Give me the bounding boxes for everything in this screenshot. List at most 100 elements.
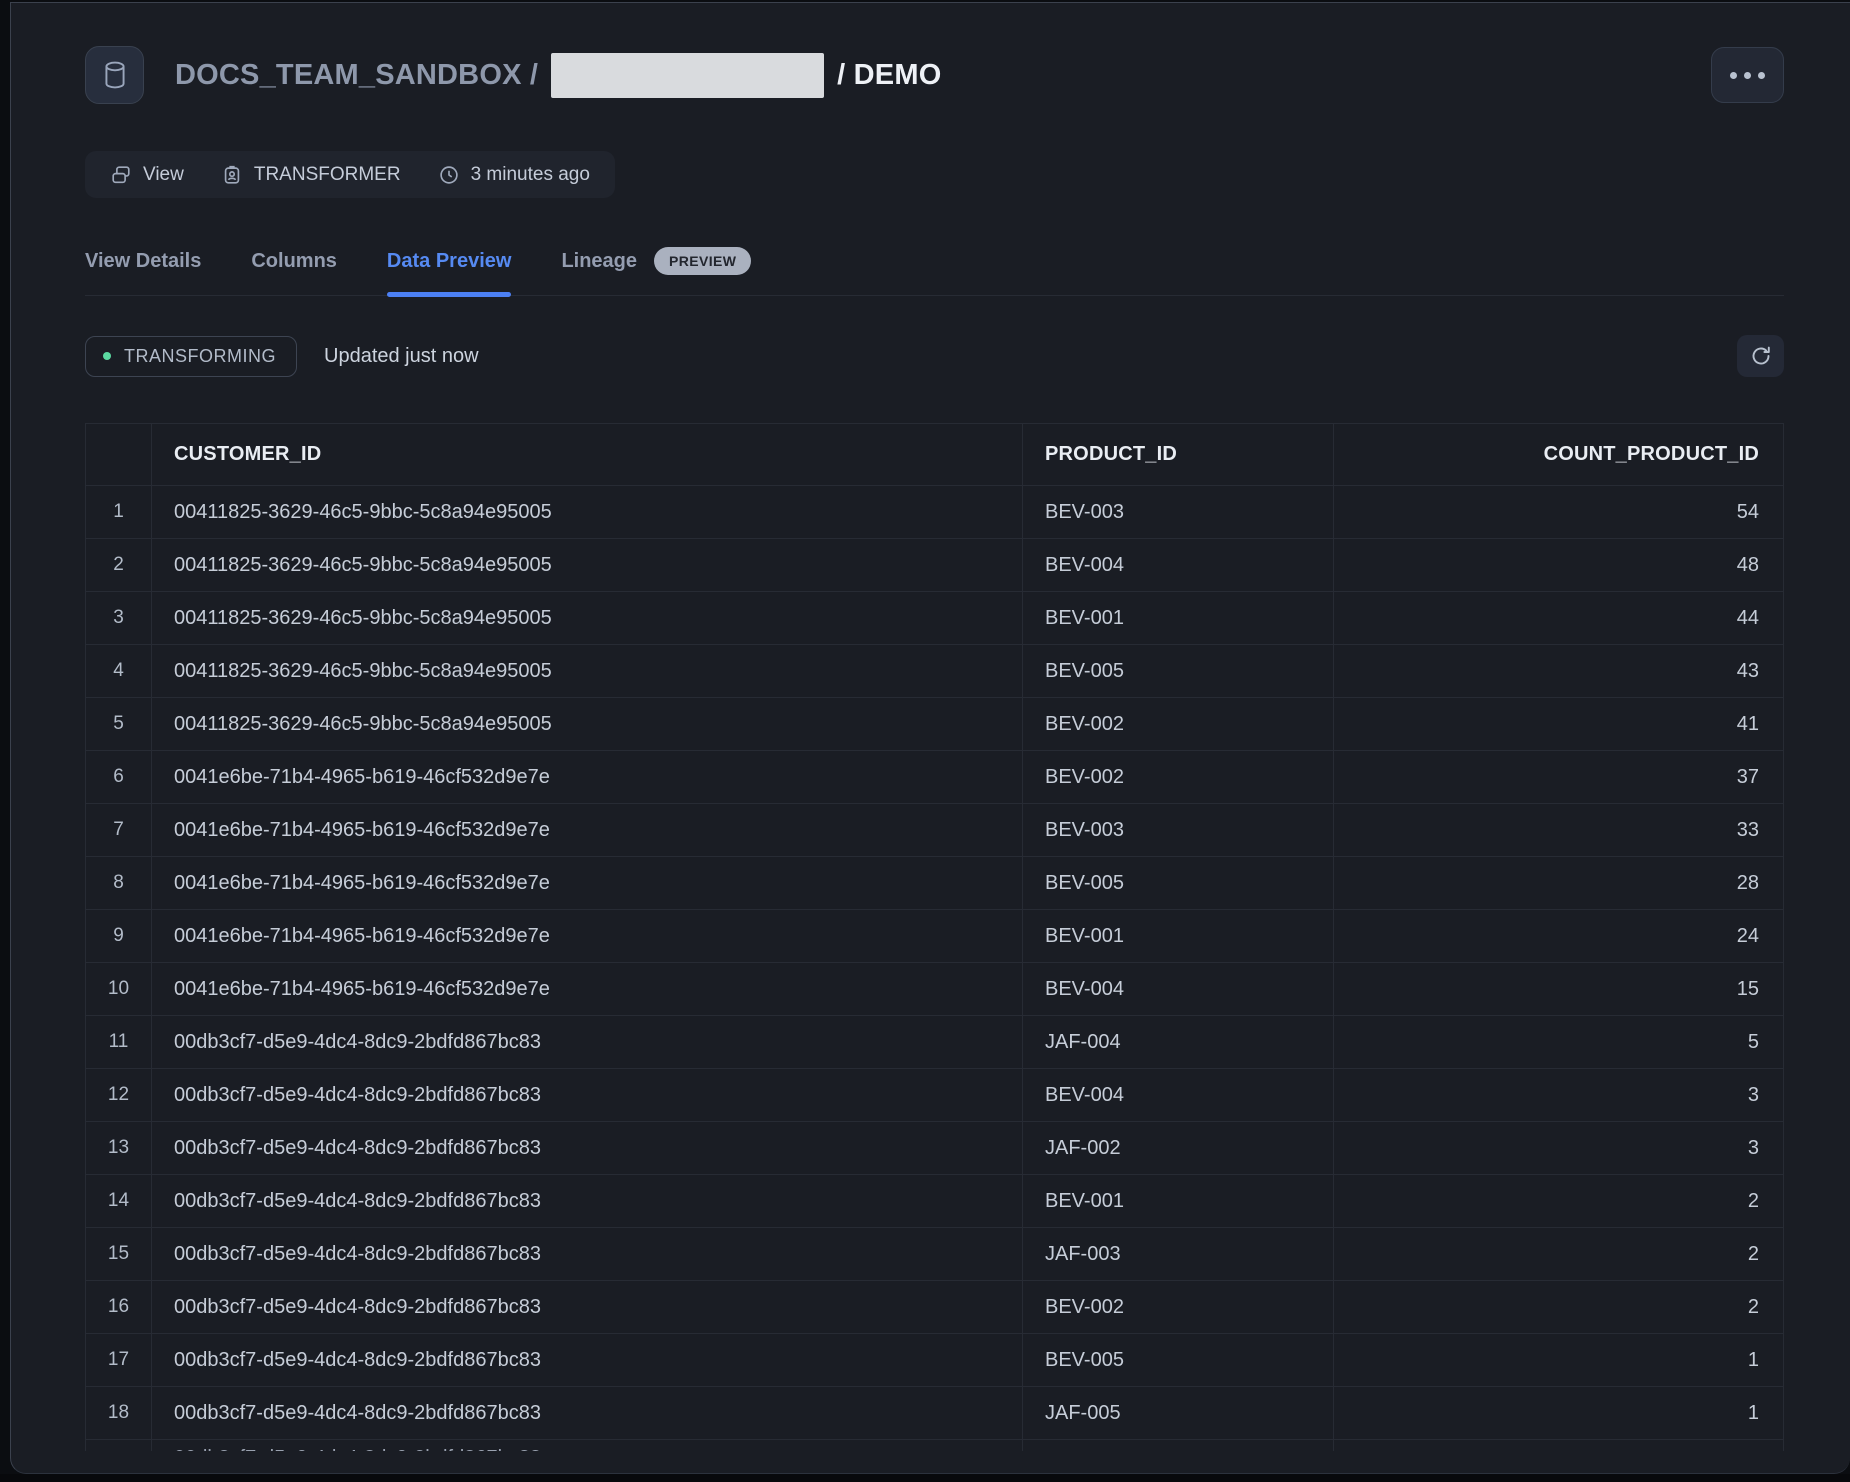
- cell-product-id[interactable]: BEV-002: [1023, 1281, 1334, 1333]
- cell-product-id[interactable]: BEV-004: [1023, 539, 1334, 591]
- cell-count[interactable]: 44: [1334, 592, 1783, 644]
- view-icon: [110, 164, 132, 186]
- cell-customer-id[interactable]: 00db3cf7-d5e9-4dc4-8dc9-2bdfd867bc83: [152, 1387, 1023, 1439]
- table-row[interactable]: 90041e6be-71b4-4965-b619-46cf532d9e7eBEV…: [86, 910, 1783, 963]
- cell-count[interactable]: 24: [1334, 910, 1783, 962]
- cell-count[interactable]: 2: [1334, 1228, 1783, 1280]
- table-row[interactable]: 1300db3cf7-d5e9-4dc4-8dc9-2bdfd867bc83JA…: [86, 1122, 1783, 1175]
- cell-count[interactable]: [1334, 1440, 1783, 1451]
- cell-customer-id[interactable]: 00db3cf7-d5e9-4dc4-8dc9-2bdfd867bc83: [152, 1069, 1023, 1121]
- row-index: 8: [86, 857, 152, 909]
- table-row[interactable]: 00db3cf7-d5e9-4dc4-8dc9-2bdfd867bc83: [86, 1440, 1783, 1451]
- table-row[interactable]: 1500db3cf7-d5e9-4dc4-8dc9-2bdfd867bc83JA…: [86, 1228, 1783, 1281]
- table-row[interactable]: 70041e6be-71b4-4965-b619-46cf532d9e7eBEV…: [86, 804, 1783, 857]
- table-row[interactable]: 500411825-3629-46c5-9bbc-5c8a94e95005BEV…: [86, 698, 1783, 751]
- cell-customer-id[interactable]: 0041e6be-71b4-4965-b619-46cf532d9e7e: [152, 857, 1023, 909]
- cell-count[interactable]: 5: [1334, 1016, 1783, 1068]
- cell-product-id[interactable]: BEV-002: [1023, 751, 1334, 803]
- cell-count[interactable]: 2: [1334, 1175, 1783, 1227]
- table-row[interactable]: 200411825-3629-46c5-9bbc-5c8a94e95005BEV…: [86, 539, 1783, 592]
- updated-text: Updated just now: [324, 345, 479, 368]
- cell-count[interactable]: 43: [1334, 645, 1783, 697]
- cell-customer-id[interactable]: 0041e6be-71b4-4965-b619-46cf532d9e7e: [152, 963, 1023, 1015]
- cell-customer-id[interactable]: 00db3cf7-d5e9-4dc4-8dc9-2bdfd867bc83: [152, 1281, 1023, 1333]
- cell-count[interactable]: 54: [1334, 486, 1783, 538]
- database-icon-box: [85, 46, 144, 104]
- table-row[interactable]: 1400db3cf7-d5e9-4dc4-8dc9-2bdfd867bc83BE…: [86, 1175, 1783, 1228]
- refresh-button[interactable]: [1737, 335, 1784, 377]
- cell-count[interactable]: 37: [1334, 751, 1783, 803]
- cell-customer-id[interactable]: 00db3cf7-d5e9-4dc4-8dc9-2bdfd867bc83: [152, 1016, 1023, 1068]
- cell-product-id[interactable]: JAF-003: [1023, 1228, 1334, 1280]
- cell-customer-id[interactable]: 0041e6be-71b4-4965-b619-46cf532d9e7e: [152, 804, 1023, 856]
- cell-product-id[interactable]: BEV-004: [1023, 1069, 1334, 1121]
- cell-product-id[interactable]: BEV-005: [1023, 1334, 1334, 1386]
- node-detail-pane: DOCS_TEAM_SANDBOX / / DEMO View: [10, 2, 1850, 1474]
- cell-customer-id[interactable]: 00411825-3629-46c5-9bbc-5c8a94e95005: [152, 539, 1023, 591]
- row-index: 10: [86, 963, 152, 1015]
- cell-count[interactable]: 33: [1334, 804, 1783, 856]
- cell-customer-id[interactable]: 00db3cf7-d5e9-4dc4-8dc9-2bdfd867bc83: [152, 1122, 1023, 1174]
- cell-customer-id[interactable]: 00db3cf7-d5e9-4dc4-8dc9-2bdfd867bc83: [152, 1228, 1023, 1280]
- cell-customer-id[interactable]: 0041e6be-71b4-4965-b619-46cf532d9e7e: [152, 910, 1023, 962]
- more-options-button[interactable]: [1711, 47, 1784, 103]
- cell-count[interactable]: 15: [1334, 963, 1783, 1015]
- cell-customer-id[interactable]: 00db3cf7-d5e9-4dc4-8dc9-2bdfd867bc83: [152, 1175, 1023, 1227]
- row-index: 6: [86, 751, 152, 803]
- cell-product-id[interactable]: BEV-004: [1023, 963, 1334, 1015]
- cell-product-id[interactable]: [1023, 1440, 1334, 1451]
- tab-view-details[interactable]: View Details: [85, 248, 201, 295]
- table-header-row: CUSTOMER_ID PRODUCT_ID COUNT_PRODUCT_ID: [86, 424, 1783, 486]
- cell-count[interactable]: 48: [1334, 539, 1783, 591]
- table-row[interactable]: 100411825-3629-46c5-9bbc-5c8a94e95005BEV…: [86, 486, 1783, 539]
- table-row[interactable]: 100041e6be-71b4-4965-b619-46cf532d9e7eBE…: [86, 963, 1783, 1016]
- cell-customer-id[interactable]: 00411825-3629-46c5-9bbc-5c8a94e95005: [152, 592, 1023, 644]
- table-row[interactable]: 1200db3cf7-d5e9-4dc4-8dc9-2bdfd867bc83BE…: [86, 1069, 1783, 1122]
- header-row-index: [86, 424, 152, 485]
- status-dot-icon: [103, 352, 111, 360]
- cell-customer-id[interactable]: 00db3cf7-d5e9-4dc4-8dc9-2bdfd867bc83: [152, 1440, 1023, 1451]
- cell-product-id[interactable]: BEV-001: [1023, 1175, 1334, 1227]
- cell-product-id[interactable]: BEV-005: [1023, 645, 1334, 697]
- tab-data-preview[interactable]: Data Preview: [387, 248, 512, 295]
- cell-count[interactable]: 1: [1334, 1334, 1783, 1386]
- cell-count[interactable]: 1: [1334, 1387, 1783, 1439]
- table-row[interactable]: 400411825-3629-46c5-9bbc-5c8a94e95005BEV…: [86, 645, 1783, 698]
- database-icon: [102, 60, 128, 90]
- table-row[interactable]: 1700db3cf7-d5e9-4dc4-8dc9-2bdfd867bc83BE…: [86, 1334, 1783, 1387]
- cell-product-id[interactable]: JAF-005: [1023, 1387, 1334, 1439]
- cell-customer-id[interactable]: 00411825-3629-46c5-9bbc-5c8a94e95005: [152, 645, 1023, 697]
- cell-product-id[interactable]: JAF-004: [1023, 1016, 1334, 1068]
- cell-count[interactable]: 3: [1334, 1069, 1783, 1121]
- row-index: 11: [86, 1016, 152, 1068]
- row-index: 12: [86, 1069, 152, 1121]
- cell-customer-id[interactable]: 00db3cf7-d5e9-4dc4-8dc9-2bdfd867bc83: [152, 1334, 1023, 1386]
- cell-product-id[interactable]: BEV-005: [1023, 857, 1334, 909]
- tab-columns[interactable]: Columns: [251, 248, 337, 295]
- cell-count[interactable]: 41: [1334, 698, 1783, 750]
- row-index: 9: [86, 910, 152, 962]
- cell-customer-id[interactable]: 00411825-3629-46c5-9bbc-5c8a94e95005: [152, 486, 1023, 538]
- cell-product-id[interactable]: BEV-003: [1023, 486, 1334, 538]
- cell-product-id[interactable]: BEV-003: [1023, 804, 1334, 856]
- cell-count[interactable]: 2: [1334, 1281, 1783, 1333]
- table-row[interactable]: 1800db3cf7-d5e9-4dc4-8dc9-2bdfd867bc83JA…: [86, 1387, 1783, 1440]
- row-index: 13: [86, 1122, 152, 1174]
- table-row[interactable]: 1100db3cf7-d5e9-4dc4-8dc9-2bdfd867bc83JA…: [86, 1016, 1783, 1069]
- cell-product-id[interactable]: BEV-002: [1023, 698, 1334, 750]
- table-row[interactable]: 60041e6be-71b4-4965-b619-46cf532d9e7eBEV…: [86, 751, 1783, 804]
- cell-count[interactable]: 3: [1334, 1122, 1783, 1174]
- cell-product-id[interactable]: JAF-002: [1023, 1122, 1334, 1174]
- cell-customer-id[interactable]: 0041e6be-71b4-4965-b619-46cf532d9e7e: [152, 751, 1023, 803]
- table-row[interactable]: 1600db3cf7-d5e9-4dc4-8dc9-2bdfd867bc83BE…: [86, 1281, 1783, 1334]
- cell-count[interactable]: 28: [1334, 857, 1783, 909]
- cell-product-id[interactable]: BEV-001: [1023, 592, 1334, 644]
- table-row[interactable]: 300411825-3629-46c5-9bbc-5c8a94e95005BEV…: [86, 592, 1783, 645]
- clock-icon: [438, 164, 460, 186]
- refresh-icon: [1749, 344, 1773, 368]
- cell-customer-id[interactable]: 00411825-3629-46c5-9bbc-5c8a94e95005: [152, 698, 1023, 750]
- cell-product-id[interactable]: BEV-001: [1023, 910, 1334, 962]
- table-row[interactable]: 80041e6be-71b4-4965-b619-46cf532d9e7eBEV…: [86, 857, 1783, 910]
- status-label: TRANSFORMING: [124, 346, 276, 367]
- tab-lineage[interactable]: Lineage: [561, 248, 637, 295]
